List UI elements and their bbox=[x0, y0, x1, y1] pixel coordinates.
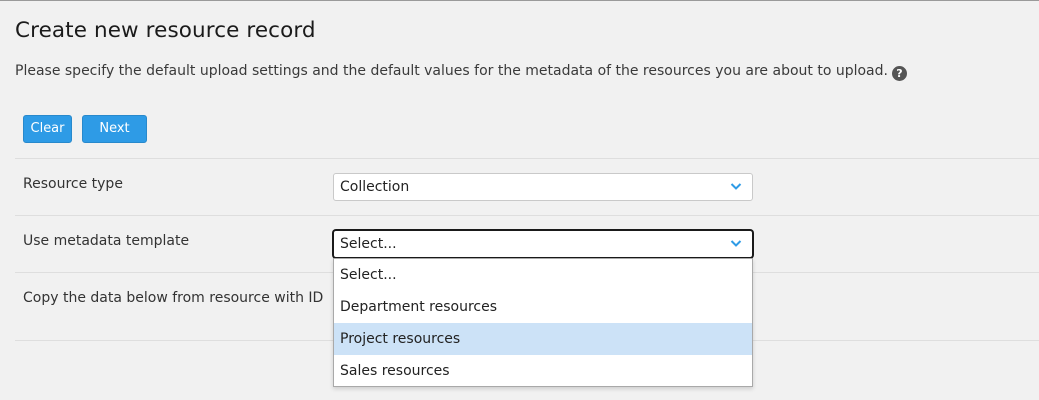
resource-type-value: Collection bbox=[340, 179, 410, 195]
chevron-down-icon bbox=[730, 183, 742, 190]
clear-button[interactable]: Clear bbox=[23, 115, 72, 143]
chevron-down-icon bbox=[730, 240, 742, 247]
dropdown-option-select[interactable]: Select... bbox=[334, 259, 752, 291]
row-divider bbox=[15, 158, 1039, 159]
copy-from-label: Copy the data below from resource with I… bbox=[23, 290, 324, 306]
resource-type-label: Resource type bbox=[23, 176, 123, 192]
intro-text: Please specify the default upload settin… bbox=[15, 63, 907, 81]
metadata-template-label: Use metadata template bbox=[23, 233, 190, 249]
resource-type-select[interactable]: Collection bbox=[333, 173, 753, 201]
dropdown-option-project-resources[interactable]: Project resources bbox=[334, 323, 752, 355]
metadata-template-select[interactable]: Select... bbox=[333, 230, 753, 258]
dropdown-option-sales-resources[interactable]: Sales resources bbox=[334, 355, 752, 387]
dropdown-option-department-resources[interactable]: Department resources bbox=[334, 291, 752, 323]
page-title: Create new resource record bbox=[15, 18, 316, 43]
intro-text-content: Please specify the default upload settin… bbox=[15, 63, 888, 79]
metadata-template-value: Select... bbox=[340, 236, 397, 252]
next-button[interactable]: Next bbox=[82, 115, 147, 143]
metadata-template-dropdown: Select... Department resources Project r… bbox=[333, 258, 753, 387]
row-divider bbox=[15, 215, 1039, 216]
help-icon[interactable]: ? bbox=[891, 66, 907, 81]
